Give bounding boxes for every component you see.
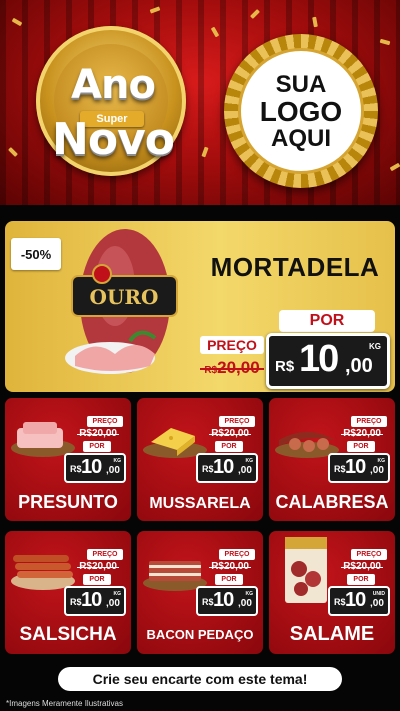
featured-por-label: POR (279, 310, 375, 332)
mussarela-price-tag: R$ 10,00 KG (196, 453, 258, 483)
flyer-page: Ano Super Novo SUA LOGO AQUI -50% OURO M… (0, 0, 400, 711)
logo-line-sua: SUA (275, 70, 327, 98)
calabresa-old-price: R$20,00 (341, 428, 383, 439)
salsicha-name: SALSICHA (19, 624, 117, 645)
logo-placeholder-seal: SUA LOGO AQUI (224, 34, 378, 188)
mussarela-name: MUSSARELA (149, 495, 251, 512)
salsicha-price-tag: R$ 10,00 KG (64, 586, 126, 616)
presunto-old-price: R$20,00 (77, 428, 119, 439)
presunto-name: PRESUNTO (18, 492, 118, 512)
bacon-name: BACON PEDAÇO (146, 627, 254, 642)
calabresa-name: CALABRESA (275, 492, 389, 512)
salsicha-preco-label: PREÇO (87, 549, 123, 560)
mussarela-preco-label: PREÇO (219, 416, 255, 427)
badge-word-ano: Ano (71, 62, 156, 108)
salsicha-por-label: POR (83, 574, 111, 585)
logo-line-logo: LOGO (259, 95, 343, 127)
mortadela-image: OURO (65, 229, 178, 374)
ano-novo-badge: Ano Super Novo (18, 18, 208, 188)
mussarela-old-price: R$20,00 (209, 428, 251, 439)
presunto-price-tag: R$ 10,00 KG (64, 453, 126, 483)
calabresa-price-tag: R$ 10,00 KG (328, 453, 390, 483)
salame-preco-label: PREÇO (351, 549, 387, 560)
product-card-salsicha: PREÇO R$20,00 POR R$ 10,00 KG SALSICHA (5, 531, 131, 654)
salame-name: SALAME (289, 623, 375, 645)
product-card-salame: PREÇO R$20,00 POR R$ 10,00 UNID SALAME (269, 531, 395, 654)
disclaimer-text: *Imagens Meramente Ilustrativas (6, 699, 123, 708)
cta-create-flyer[interactable]: Crie seu encarte com este tema! (58, 667, 342, 691)
bacon-por-label: POR (215, 574, 243, 585)
product-card-bacon: PREÇO R$20,00 POR R$ 10,00 KG BACON PEDAÇO (137, 531, 263, 654)
hero-banner: Ano Super Novo SUA LOGO AQUI (0, 0, 400, 205)
mussarela-por-label: POR (215, 441, 243, 452)
bacon-price-tag: R$ 10,00 KG (196, 586, 258, 616)
discount-badge: -50% (11, 238, 61, 270)
calabresa-preco-label: PREÇO (351, 416, 387, 427)
featured-price-currency: R$ (275, 358, 295, 375)
logo-line-aqui: AQUI (271, 124, 331, 152)
featured-product-name: MORTADELA (210, 252, 380, 282)
bacon-old-price: R$20,00 (209, 561, 251, 572)
salame-price-tag: R$ 10,00 UNID (328, 586, 390, 616)
product-card-calabresa: PREÇO R$20,00 POR R$ 10,00 KG CALABRESA (269, 398, 395, 521)
featured-price-int: 10 (299, 338, 339, 380)
calabresa-por-label: POR (347, 441, 375, 452)
presunto-preco-label: PREÇO (87, 416, 123, 427)
featured-old-price: R$20,00 (200, 358, 264, 378)
badge-word-novo: Novo (52, 114, 175, 165)
product-card-mussarela: PREÇO R$20,00 POR R$ 10,00 KG MUSSARELA (137, 398, 263, 521)
featured-old-currency: R$ (204, 365, 218, 376)
product-card-presunto: PREÇO R$20,00 POR R$ 10,00 KG PRESUNTO (5, 398, 131, 521)
salame-old-price: R$20,00 (341, 561, 383, 572)
salame-image (285, 537, 327, 603)
featured-preco-label: PREÇO (200, 336, 264, 354)
salame-por-label: POR (347, 574, 375, 585)
bacon-preco-label: PREÇO (219, 549, 255, 560)
featured-price-tag: R$ 10 ,00 KG (266, 333, 390, 389)
featured-price-unit: KG (369, 342, 381, 351)
featured-price-dec: ,00 (345, 355, 373, 377)
presunto-por-label: POR (83, 441, 111, 452)
mortadela-brand-text: OURO (90, 285, 159, 309)
salsicha-old-price: R$20,00 (77, 561, 119, 572)
